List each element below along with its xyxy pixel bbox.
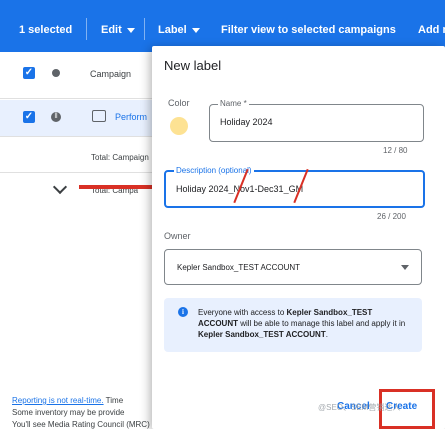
status-dot-icon <box>52 69 60 77</box>
campaign-name-link[interactable]: Perform <box>115 112 147 122</box>
name-char-counter: 12 / 80 <box>383 146 408 155</box>
annotation-arrow <box>79 185 157 189</box>
description-input[interactable] <box>176 184 356 194</box>
owner-selected-value: Kepler Sandbox_TEST ACCOUNT <box>177 263 301 272</box>
pause-status-icon: ll <box>51 112 61 122</box>
info-icon: i <box>178 307 188 317</box>
color-label: Color <box>168 98 190 108</box>
divider <box>144 18 145 40</box>
dialog-title: New label <box>164 58 222 73</box>
divider <box>86 18 87 40</box>
chevron-down-icon <box>191 27 200 33</box>
chevron-down-icon <box>126 27 135 33</box>
edit-menu-button[interactable]: Edit <box>101 24 135 36</box>
selected-count: 1 selected <box>19 24 73 36</box>
info-banner: i Everyone with access to Kepler Sandbox… <box>164 298 422 352</box>
watermark: @SEO、SEM营销达人 <box>318 403 401 412</box>
filter-selected-button[interactable]: Filter view to selected campaigns <box>221 24 396 36</box>
add-button[interactable]: Add n <box>418 24 445 36</box>
inventory-note: Some inventory may be provide <box>12 408 125 417</box>
info-text: Everyone with access to Kepler Sandbox_T… <box>198 308 406 339</box>
campaign-type-icon <box>92 110 106 122</box>
dropdown-arrow-icon <box>401 265 409 270</box>
campaign-column-header[interactable]: Campaign <box>90 69 131 79</box>
color-swatch[interactable] <box>170 117 188 135</box>
reporting-link[interactable]: Reporting is not real-time. <box>12 396 104 405</box>
name-input[interactable] <box>220 117 400 127</box>
owner-select[interactable]: Kepler Sandbox_TEST ACCOUNT <box>164 249 422 285</box>
name-field[interactable]: Name * <box>209 99 424 142</box>
expand-chevron-icon[interactable] <box>52 179 68 195</box>
header-checkbox[interactable]: ✓ <box>23 67 35 79</box>
label-menu-button[interactable]: Label <box>158 24 200 36</box>
owner-label: Owner <box>164 231 191 241</box>
name-field-label: Name * <box>218 99 249 109</box>
description-field-label: Description (optional) <box>174 166 254 176</box>
row-checkbox[interactable]: ✓ <box>23 111 35 123</box>
selection-action-bar: 1 selected Edit Label Filter view to sel… <box>0 0 445 52</box>
new-label-dialog: New label Color Name * 12 / 80 Descripti… <box>152 46 445 429</box>
total-row-label: Total: Campaign <box>91 153 149 162</box>
description-char-counter: 26 / 200 <box>377 212 406 221</box>
reporting-note: Reporting is not real-time. Time <box>12 396 124 405</box>
